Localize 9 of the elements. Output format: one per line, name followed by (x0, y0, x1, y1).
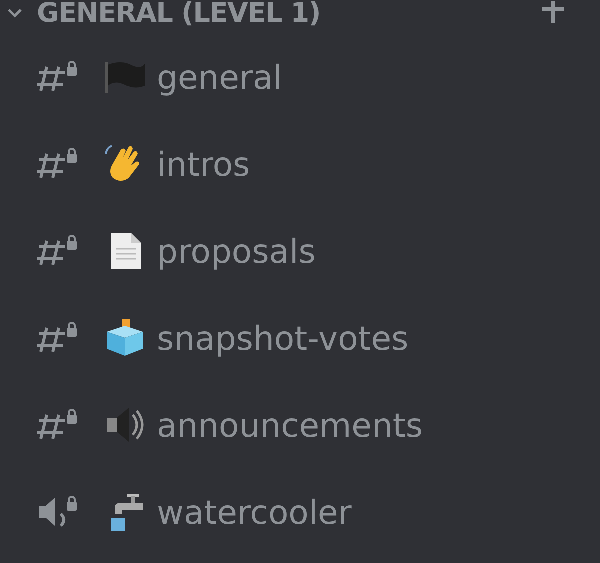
channel-name[interactable]: proposals (157, 234, 316, 268)
channel-name[interactable]: general (157, 60, 282, 94)
channel-name[interactable]: snapshot-votes (157, 322, 409, 354)
channel-name[interactable]: watercooler (157, 496, 352, 528)
channel-name[interactable]: intros (157, 148, 250, 180)
chevron-icon[interactable] (7, 7, 23, 19)
category-title[interactable]: GENERAL (LEVEL 1) (37, 0, 321, 26)
channel-name[interactable]: announcements (157, 408, 424, 442)
flag-icon (103, 60, 147, 94)
